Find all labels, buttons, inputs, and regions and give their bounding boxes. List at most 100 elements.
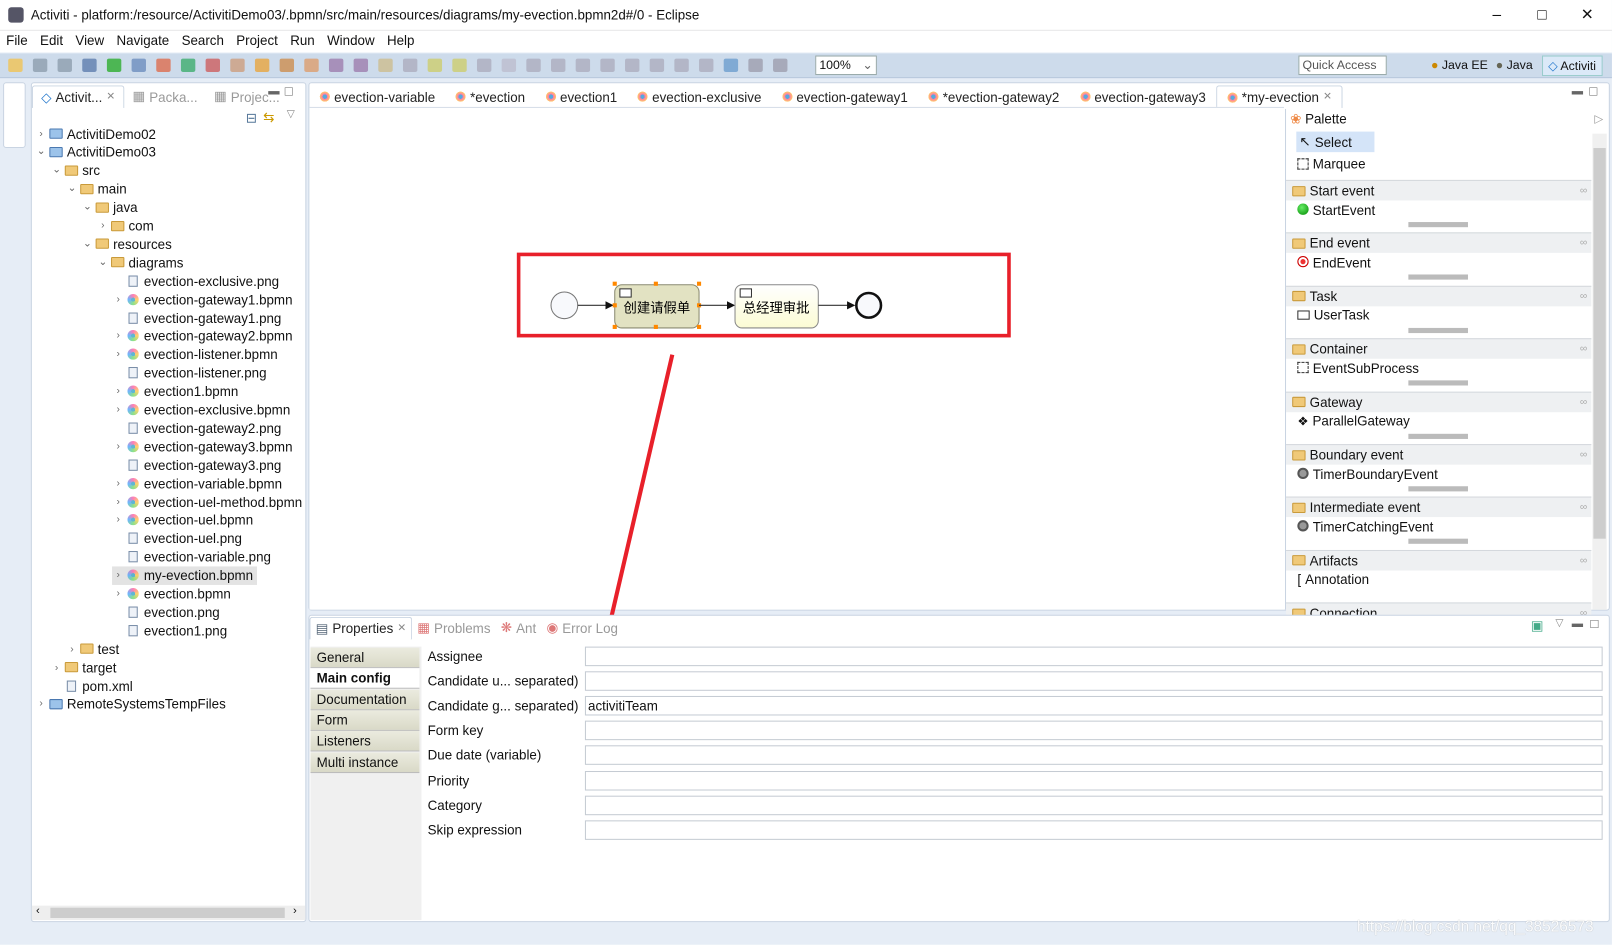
field-label: Candidate g... separated) [427,698,579,714]
timer-icon [1297,519,1309,534]
pin-group-icon[interactable]: ∞ [1580,555,1587,566]
pin-group-icon[interactable]: ∞ [1580,291,1587,302]
pin-group-icon[interactable]: ∞ [1580,449,1587,460]
palette-tool-select[interactable]: ↖ Select [1296,131,1375,153]
group-expand-handle[interactable] [1408,380,1468,386]
field-label: Form key [427,722,484,739]
group-expand-handle[interactable] [1408,222,1468,228]
tool-label: Marquee [1312,155,1366,172]
group-label: Artifacts [1309,552,1358,569]
palette-item[interactable]: EventSubProcess [1297,358,1419,379]
task-manager-approval[interactable]: 总经理审批 [734,284,819,329]
palette-group-task[interactable]: Task ∞ [1286,285,1592,307]
close-tab-icon[interactable]: ✕ [397,623,406,634]
group-expand-handle[interactable] [1408,274,1468,281]
user-task-icon [619,288,632,298]
collapse-palette-icon[interactable]: ▷ [1594,112,1603,125]
maximize-view-icon[interactable]: □ [1590,616,1598,631]
palette-title-text: Palette [1305,111,1347,127]
item-label: Annotation [1305,571,1370,588]
section-main-config[interactable]: Main config [310,668,420,690]
group-expand-handle[interactable] [1408,433,1468,439]
field-label: Due date (variable) [427,747,542,764]
section-listeners[interactable]: Listeners [310,731,420,752]
item-label: EndEvent [1312,254,1371,271]
item-label: StartEvent [1312,202,1376,218]
palette-group-artifacts[interactable]: Artifacts ∞ [1286,549,1592,571]
field-input[interactable] [584,820,1603,840]
field-label: Assignee [427,648,483,665]
palette-item[interactable]: StartEvent [1297,199,1375,220]
properties-tab[interactable]: ▤ Properties ✕ [309,616,413,640]
item-label: ParallelGateway [1312,413,1410,429]
group-expand-handle[interactable] [1408,327,1468,333]
section-multi-instance[interactable]: Multi instance [310,751,420,773]
ant-icon: ❋ [500,619,513,636]
palette-group-container[interactable]: Container ∞ [1286,338,1592,359]
palette-item[interactable]: [Annotation [1297,569,1369,590]
palette-item[interactable]: ❖ ParallelGateway [1297,411,1409,432]
properties-tab[interactable]: ▦ Problems [412,617,495,640]
group-expand-handle[interactable] [1408,539,1468,545]
pointer-icon: ↖ [1299,133,1311,150]
palette-group-intermediate-event[interactable]: Intermediate event ∞ [1286,496,1592,518]
field-input[interactable] [584,671,1603,691]
group-label: Start event [1309,182,1375,199]
palette-group-start-event[interactable]: Start event ∞ [1286,179,1592,201]
start-event[interactable] [550,291,579,320]
palette-group-gateway[interactable]: Gateway ∞ [1286,391,1592,412]
properties-tab[interactable]: ◉ Error Log [541,617,623,640]
pin-group-icon[interactable]: ∞ [1580,185,1587,196]
field-label: Priority [427,772,470,788]
section-form[interactable]: Form [310,710,420,731]
palette-item[interactable]: UserTask [1297,305,1369,326]
group-label: Gateway [1309,394,1363,410]
item-label: UserTask [1313,307,1370,324]
item-label: TimerBoundaryEvent [1312,466,1438,482]
field-label: Candidate u... separated) [427,673,579,689]
watermark: https://blog.csdn.net/qq_38526573 [1356,918,1594,936]
green-circle-icon [1297,202,1309,217]
task-label: 创建请假单 [623,301,690,317]
field-label: Skip expression [427,822,522,838]
palette-group-boundary-event[interactable]: Boundary event ∞ [1286,444,1592,465]
user-task-icon [1297,308,1310,323]
tab-label: Error Log [562,620,618,636]
section-documentation[interactable]: Documentation [310,689,420,710]
palette-tool-marquee[interactable]: Marquee [1297,153,1366,174]
palette-group-end-event[interactable]: End event ∞ [1286,232,1592,254]
marquee-icon [1297,157,1309,170]
properties-icon: ▤ [315,620,329,636]
view-menu-icon[interactable]: ▽ [1555,618,1563,629]
problems-icon: ▦ [417,619,430,636]
minimize-view-icon[interactable]: ▬ [1572,618,1583,630]
pin-group-icon[interactable]: ∞ [1580,396,1587,407]
folder-icon [1292,291,1306,302]
pin-group-icon[interactable]: ∞ [1580,238,1587,249]
section-general[interactable]: General [310,647,420,669]
properties-tab[interactable]: ❋ Ant [496,617,542,640]
field-input[interactable]: activitiTeam [584,696,1603,716]
task-create-leave[interactable]: 创建请假单 [612,281,702,329]
pin-group-icon[interactable]: ∞ [1580,502,1587,513]
palette-item[interactable]: EndEvent [1297,252,1371,273]
field-input[interactable] [584,646,1603,667]
field-input[interactable] [584,745,1603,766]
red-circle-icon [1297,255,1309,270]
timer-icon [1297,466,1309,481]
field-input[interactable] [584,795,1603,815]
bracket-icon: [ [1297,571,1302,588]
field-input[interactable] [584,720,1603,741]
pin-icon[interactable]: ▣ [1531,618,1544,634]
group-expand-handle[interactable] [1408,486,1468,492]
pin-group-icon[interactable]: ∞ [1580,344,1587,355]
field-input[interactable] [584,770,1603,791]
palette-item[interactable]: TimerCatchingEvent [1297,516,1433,537]
tab-label: Ant [516,620,537,636]
palette-item[interactable]: TimerBoundaryEvent [1297,464,1438,485]
tool-label: Select [1314,134,1352,150]
palette-scrollbar[interactable] [1592,133,1607,610]
field-label: Category [427,797,482,813]
end-event[interactable] [855,291,883,319]
group-label: Container [1309,341,1368,357]
